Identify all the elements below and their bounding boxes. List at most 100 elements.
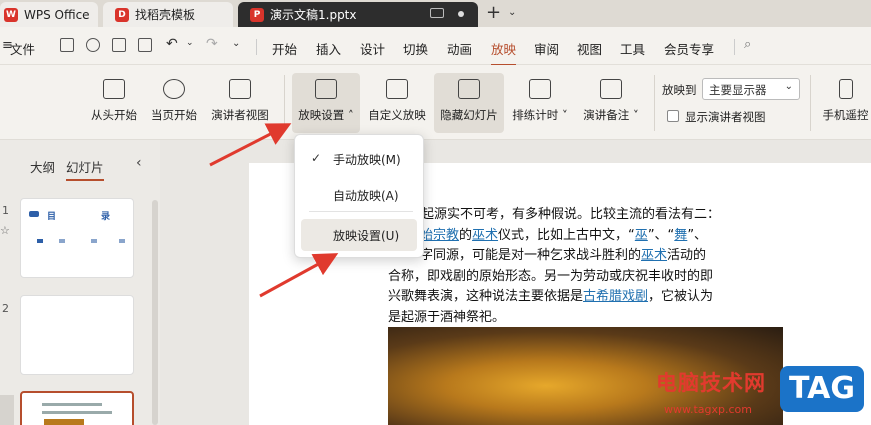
show-presenter-view-checkbox[interactable] [667, 110, 679, 122]
slideshow-settings-button[interactable]: 放映设置 ˄ [292, 73, 360, 133]
slide-text-line: 合称，即戏剧的原始形态。另一为劳动或庆祝丰收时的即 [388, 268, 714, 284]
thumb-mark [59, 239, 65, 243]
play-screen-icon [103, 79, 125, 99]
menu-animation[interactable]: 动画 [447, 39, 472, 58]
slide-text-line: 是起源于酒神祭祀。 [388, 309, 506, 325]
more-chevron-icon[interactable]: ⌄ [232, 38, 240, 49]
collapse-chevron-icon[interactable]: ‹ [136, 155, 142, 171]
menu-transition[interactable]: 切换 [403, 39, 428, 58]
from-current-button[interactable]: 当页开始 [148, 73, 200, 133]
menu-tools[interactable]: 工具 [620, 39, 645, 58]
ribbon-divider [654, 75, 655, 131]
thumb-mark [37, 239, 43, 243]
menu-item-auto[interactable]: 自动放映(A) [333, 187, 399, 204]
unsaved-dot-icon [458, 11, 464, 17]
menu-item-settings[interactable]: 放映设置(U) [333, 227, 399, 244]
menu-bar: ≡ 文件 ↶ ⌄ ↷ ⌄ 开始 插入 设计 切换 动画 放映 审阅 视图 工具 … [0, 27, 871, 66]
slide-number: 1 [2, 204, 9, 217]
slide-panel: 大纲 幻灯片 ‹ 1 ☆ 目 录 2 [0, 140, 160, 425]
title-tab-bar: W WPS Office D 找稻壳模板 P 演示文稿1.pptx + ⌄ [0, 0, 871, 27]
rehearse-timing-button[interactable]: 排练计时 ˅ [508, 73, 572, 133]
menu-file[interactable]: 文件 [10, 39, 35, 58]
slide-thumbnail-1[interactable]: 目 录 [20, 198, 134, 278]
show-presenter-view-label: 显示演讲者视图 [685, 110, 766, 124]
from-start-button[interactable]: 从头开始 [88, 73, 140, 133]
monitor-select-value: 主要显示器 [709, 83, 767, 97]
link-wu[interactable]: 巫 [635, 228, 648, 243]
slide-number: 2 [2, 302, 9, 315]
save-icon[interactable] [60, 38, 74, 52]
link-greek-drama[interactable]: 古希腊戏剧 [583, 289, 648, 304]
select-chevron-icon: ⌄ [784, 81, 793, 92]
slide-paragraph[interactable]: 的起源实不可考，有多种假说。比较主流的看法有二： 始宗教的巫术仪式，比如上古中文… [388, 205, 778, 328]
watermark-text: 电脑技术网 [656, 371, 766, 395]
thumb-title-a: 目 [47, 212, 57, 222]
from-current-label: 当页开始 [151, 108, 197, 122]
star-icon: ☆ [0, 224, 10, 237]
tab-slides[interactable]: 幻灯片 [66, 157, 104, 181]
slide-text-line: 兴歌舞表演，这种说法主要依据是古希腊戏剧，它被认为 [388, 289, 714, 304]
tab-list-chevron-icon[interactable]: ⌄ [508, 7, 516, 18]
menu-view[interactable]: 视图 [577, 39, 602, 58]
phone-remote-button[interactable]: 手机遥控 [820, 73, 871, 133]
timer-icon [529, 79, 551, 99]
link-witchcraft-2[interactable]: 巫术 [641, 248, 667, 263]
link-primitive-religion[interactable]: 始宗教 [420, 228, 459, 243]
show-on-label: 放映到 [662, 83, 697, 97]
slide-thumbnail-3[interactable] [20, 391, 134, 425]
from-start-label: 从头开始 [91, 108, 137, 122]
tab-wps-office[interactable]: W WPS Office [0, 2, 98, 27]
link-icon[interactable] [86, 38, 100, 52]
tab-document-label: 演示文稿1.pptx [270, 8, 357, 22]
slideshow-settings-label: 放映设置 ˄ [298, 108, 354, 122]
menu-home[interactable]: 开始 [272, 39, 297, 58]
new-tab-plus-icon[interactable]: + [486, 2, 501, 23]
tab-outline[interactable]: 大纲 [30, 157, 55, 176]
slide-text-line: 始宗教的巫术仪式，比如上古中文，“巫”、“舞”、 [420, 227, 708, 243]
tab-template[interactable]: D 找稻壳模板 [103, 2, 233, 27]
link-witchcraft[interactable]: 巫术 [472, 228, 498, 243]
tab-template-label: 找稻壳模板 [135, 8, 196, 22]
undo-chevron-icon[interactable]: ⌄ [186, 38, 194, 48]
checkmark-icon: ✓ [311, 151, 322, 165]
undo-icon[interactable]: ↶ [166, 36, 178, 52]
thumb-mark [119, 239, 125, 243]
slide-panel-scrollbar[interactable] [152, 200, 158, 425]
redo-icon[interactable]: ↷ [206, 36, 218, 52]
presenter-view-button[interactable]: 演讲者视图 [208, 73, 272, 133]
menu-item-manual[interactable]: 手动放映(M) [333, 151, 401, 168]
phone-icon [838, 79, 853, 99]
custom-show-button[interactable]: 自定义放映 [364, 73, 430, 133]
speaker-notes-button[interactable]: 演讲备注 ˅ [578, 73, 644, 133]
link-wu-dance[interactable]: 舞 [674, 228, 687, 243]
monitor-select[interactable]: 主要显示器 ⌄ [702, 78, 800, 100]
hide-slide-button[interactable]: 隐藏幻灯片 [434, 73, 504, 133]
rehearse-timing-label: 排练计时 ˅ [512, 108, 568, 122]
presenter-icon [229, 79, 251, 99]
phone-remote-label: 手机遥控 [822, 108, 869, 122]
print-preview-icon[interactable] [138, 38, 152, 52]
slide-thumbnail-2[interactable] [20, 295, 134, 375]
speaker-notes-label: 演讲备注 ˅ [583, 108, 639, 122]
menu-member[interactable]: 会员专享 [664, 39, 714, 58]
menu-slideshow[interactable]: 放映 [491, 39, 517, 66]
thumb-text-line [42, 403, 102, 406]
tab-document[interactable]: P 演示文稿1.pptx [238, 2, 478, 27]
thumb-image [44, 419, 84, 425]
menu-design[interactable]: 设计 [360, 39, 385, 58]
tag-logo-badge: TAG [780, 366, 864, 412]
menu-review[interactable]: 审阅 [534, 39, 559, 58]
print-icon[interactable] [112, 38, 126, 52]
search-icon[interactable]: ⌕ [744, 37, 751, 52]
ribbon-divider [284, 75, 285, 131]
thumb-title-b: 录 [101, 212, 111, 222]
thumb-mark [91, 239, 97, 243]
dropdown-divider [309, 211, 413, 212]
tab-wps-label: WPS Office [24, 7, 90, 22]
play-circle-icon [163, 79, 185, 99]
menu-insert[interactable]: 插入 [316, 39, 341, 58]
slide-text-line: 字同源，可能是对一种乞求战斗胜利的巫术活动的 [420, 248, 707, 263]
monitor-icon[interactable] [430, 8, 444, 18]
presenter-view-label: 演讲者视图 [211, 108, 269, 122]
slideshow-settings-dropdown: ✓ 手动放映(M) 自动放映(A) 放映设置(U) [294, 134, 424, 258]
